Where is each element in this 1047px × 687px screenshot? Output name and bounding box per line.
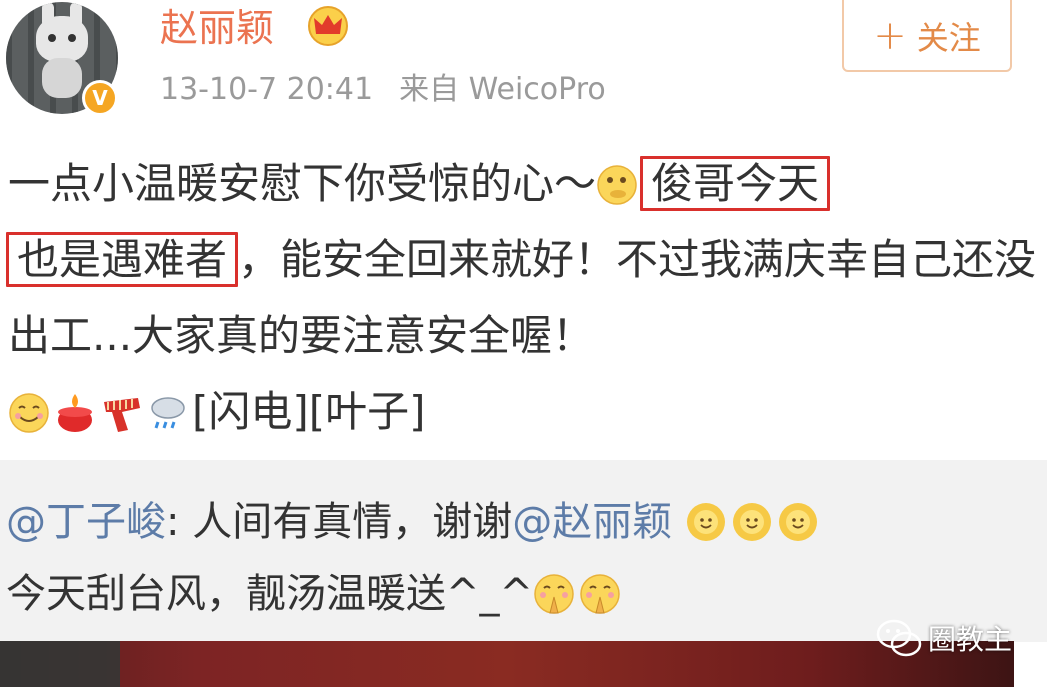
candle-emoji — [58, 394, 92, 432]
thinking-emoji — [597, 165, 637, 205]
post-time: 13-10-7 20:41 — [160, 72, 374, 107]
post-text: 一点小温暖安慰下你受惊的心～ 俊哥今天 也是遇难者 ，能安全回来就好！不过我满庆幸自己… — [6, 146, 1038, 450]
follow-button[interactable]: + 关注 — [842, 0, 1012, 72]
highlight-2: 也是遇难者 — [6, 232, 239, 287]
plus-icon: + — [873, 13, 907, 59]
username[interactable]: 赵丽颖 — [160, 2, 274, 54]
highlight-1: 俊哥今天 — [640, 156, 831, 211]
sun-flower-emoji — [732, 503, 771, 541]
post-meta: 13-10-7 20:41 来自 WeicoPro — [160, 68, 606, 112]
repost-text: @丁子峻: 人间有真情，谢谢@赵丽颖 今天刮台风，靓汤温暖送^_^ — [6, 486, 1036, 630]
mention-user[interactable]: @丁子峻 — [6, 499, 166, 545]
smile-emoji — [9, 393, 49, 433]
repost-block[interactable]: @丁子峻: 人间有真情，谢谢@赵丽颖 今天刮台风，靓汤温暖送^_^ — [0, 460, 1047, 642]
post-tags: [闪电][叶子] — [192, 387, 426, 436]
wechat-icon — [876, 619, 922, 657]
watermark: 圈教主 — [876, 618, 1012, 658]
scarf-emoji — [104, 398, 140, 432]
pray-emoji — [580, 574, 620, 614]
mention-target[interactable]: @赵丽颖 — [512, 499, 672, 545]
watermark-label: 圈教主 — [928, 623, 1013, 656]
attached-photo[interactable] — [0, 641, 1014, 687]
repost-text-1: : 人间有真情，谢谢 — [166, 499, 513, 545]
sun-flower-emoji — [778, 503, 817, 541]
sun-flower-emoji — [686, 503, 725, 541]
crown-icon — [308, 6, 348, 46]
repost-text-2: 今天刮台风，靓汤温暖送^_^ — [6, 571, 534, 617]
post-source[interactable]: 来自 WeicoPro — [399, 72, 606, 107]
rain-cloud-emoji — [151, 397, 185, 429]
follow-label: 关注 — [916, 19, 981, 57]
pray-emoji — [534, 574, 574, 614]
post-line1: 一点小温暖安慰下你受惊的心～ — [8, 159, 597, 208]
verified-badge-icon: V — [82, 80, 118, 116]
